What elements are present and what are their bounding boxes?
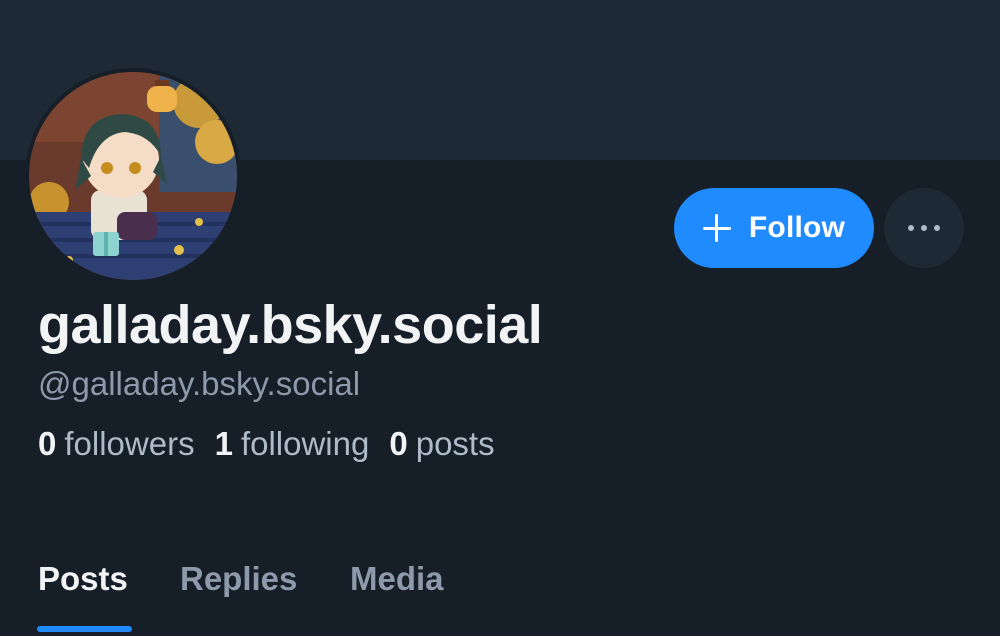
avatar-illustration bbox=[29, 72, 237, 280]
follow-button[interactable]: Follow bbox=[674, 188, 874, 268]
avatar[interactable] bbox=[29, 72, 237, 280]
followers-stat[interactable]: 0 followers bbox=[38, 425, 195, 463]
active-tab-indicator bbox=[37, 626, 132, 632]
tab-media[interactable]: Media bbox=[350, 560, 444, 598]
profile-handle: @galladay.bsky.social bbox=[38, 365, 361, 402]
following-stat[interactable]: 1 following bbox=[215, 425, 370, 463]
following-label: following bbox=[240, 425, 370, 462]
tab-replies[interactable]: Replies bbox=[180, 560, 297, 598]
posts-label: posts bbox=[415, 425, 495, 462]
more-options-button[interactable] bbox=[884, 188, 964, 268]
profile-display-name: galladay.bsky.social bbox=[38, 295, 543, 355]
avatar-ring bbox=[25, 68, 241, 284]
posts-count: 0 bbox=[389, 425, 408, 462]
profile-tabs: Posts Replies Media bbox=[0, 540, 1000, 636]
followers-label: followers bbox=[64, 425, 195, 462]
posts-stat: 0 posts bbox=[389, 425, 494, 463]
followers-count: 0 bbox=[38, 425, 57, 462]
profile-stats: 0 followers 1 following 0 posts bbox=[38, 425, 495, 463]
plus-icon bbox=[702, 214, 731, 242]
following-count: 1 bbox=[214, 425, 233, 462]
follow-button-label: Follow bbox=[748, 211, 846, 244]
ellipsis-icon bbox=[908, 225, 940, 231]
tab-posts[interactable]: Posts bbox=[38, 560, 128, 598]
